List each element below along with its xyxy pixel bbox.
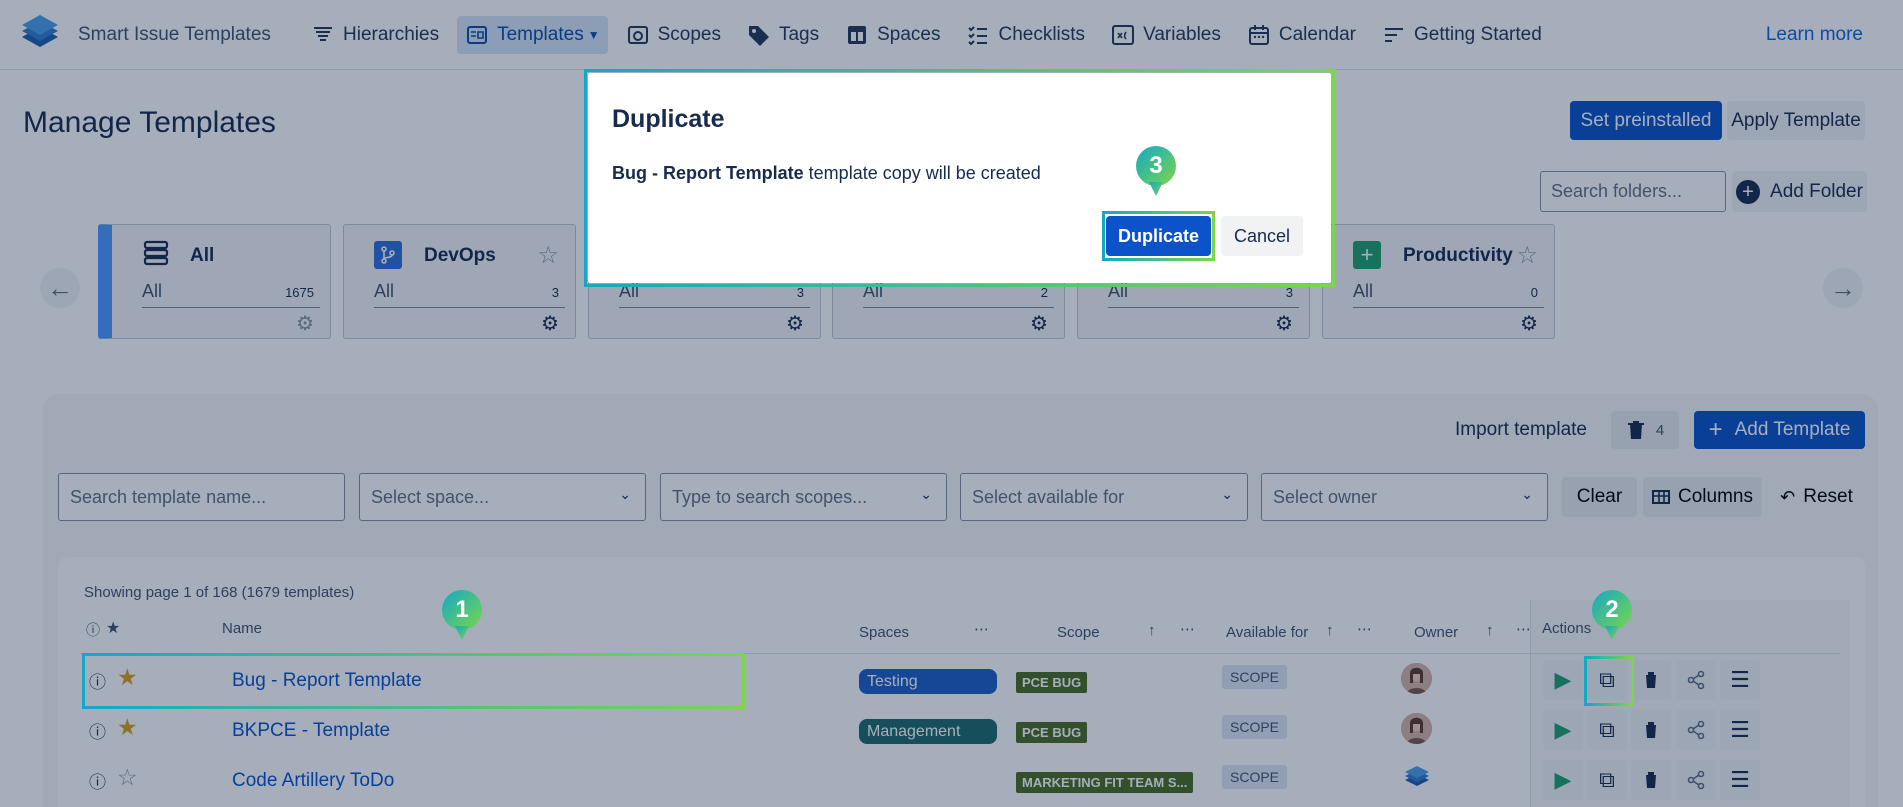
step-number: 3 [1149,152,1163,179]
step-marker-1: 1 [442,590,482,642]
cancel-button[interactable]: Cancel [1221,216,1303,256]
step-number: 2 [1605,596,1619,623]
step-number: 1 [455,596,469,623]
dialog-message: Bug - Report Template template copy will… [612,163,1041,184]
duplicate-confirm-button[interactable]: Duplicate [1106,216,1211,256]
step-marker-2: 2 [1592,590,1632,642]
step-marker-3: 3 [1136,146,1176,198]
highlight-duplicate-action [1584,656,1634,706]
highlight-template-row [82,653,745,709]
dialog-title: Duplicate [612,105,725,133]
dialog-message-text: template copy will be created [803,163,1041,183]
duplicate-dialog: Duplicate Bug - Report Template template… [588,73,1331,283]
dialog-template-name: Bug - Report Template [612,163,804,183]
